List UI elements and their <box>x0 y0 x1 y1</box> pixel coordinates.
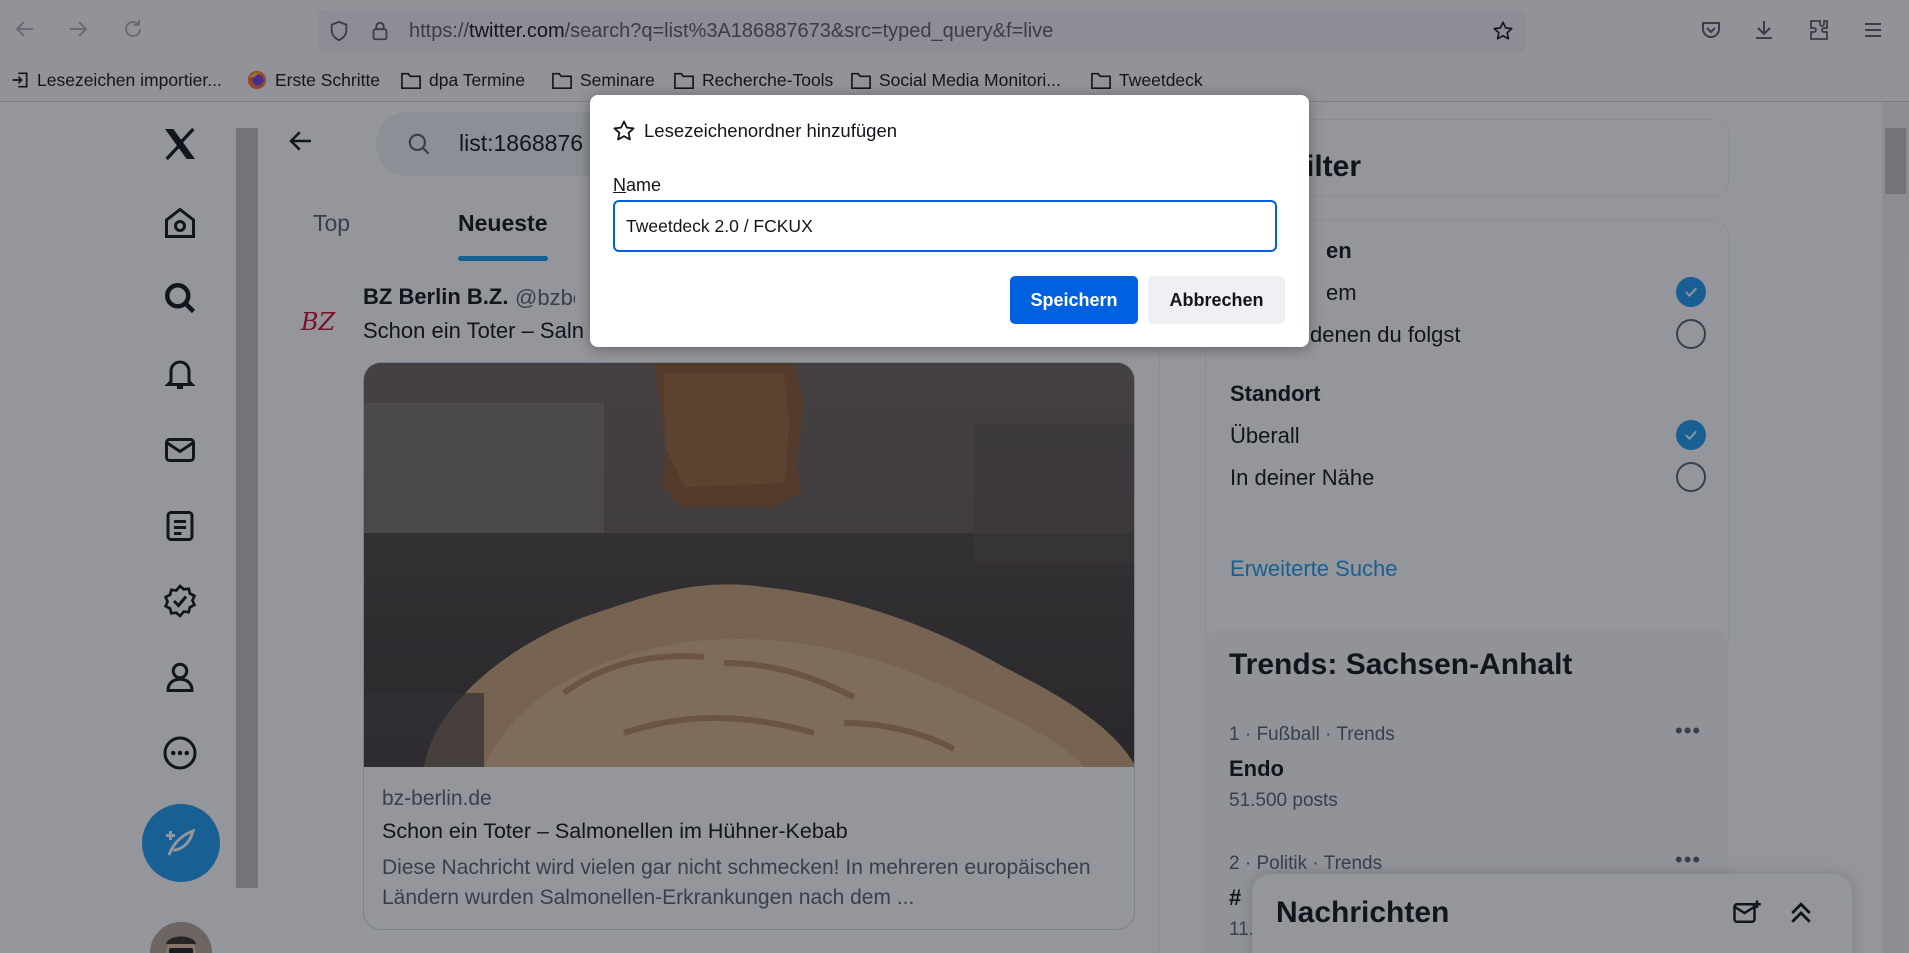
name-label-rest: ame <box>626 175 662 195</box>
star-icon <box>613 120 635 141</box>
save-button[interactable]: Speichern <box>1010 276 1138 324</box>
folder-name-input[interactable] <box>613 200 1277 252</box>
name-label-accesskey: N <box>613 175 626 195</box>
cancel-button[interactable]: Abbrechen <box>1148 276 1285 324</box>
dialog-header: Lesezeichenordner hinzufügen <box>612 119 897 143</box>
name-label: Name <box>613 175 661 196</box>
dialog-title: Lesezeichenordner hinzufügen <box>644 120 898 141</box>
add-bookmark-folder-dialog: Lesezeichenordner hinzufügen Name Speich… <box>590 95 1309 347</box>
